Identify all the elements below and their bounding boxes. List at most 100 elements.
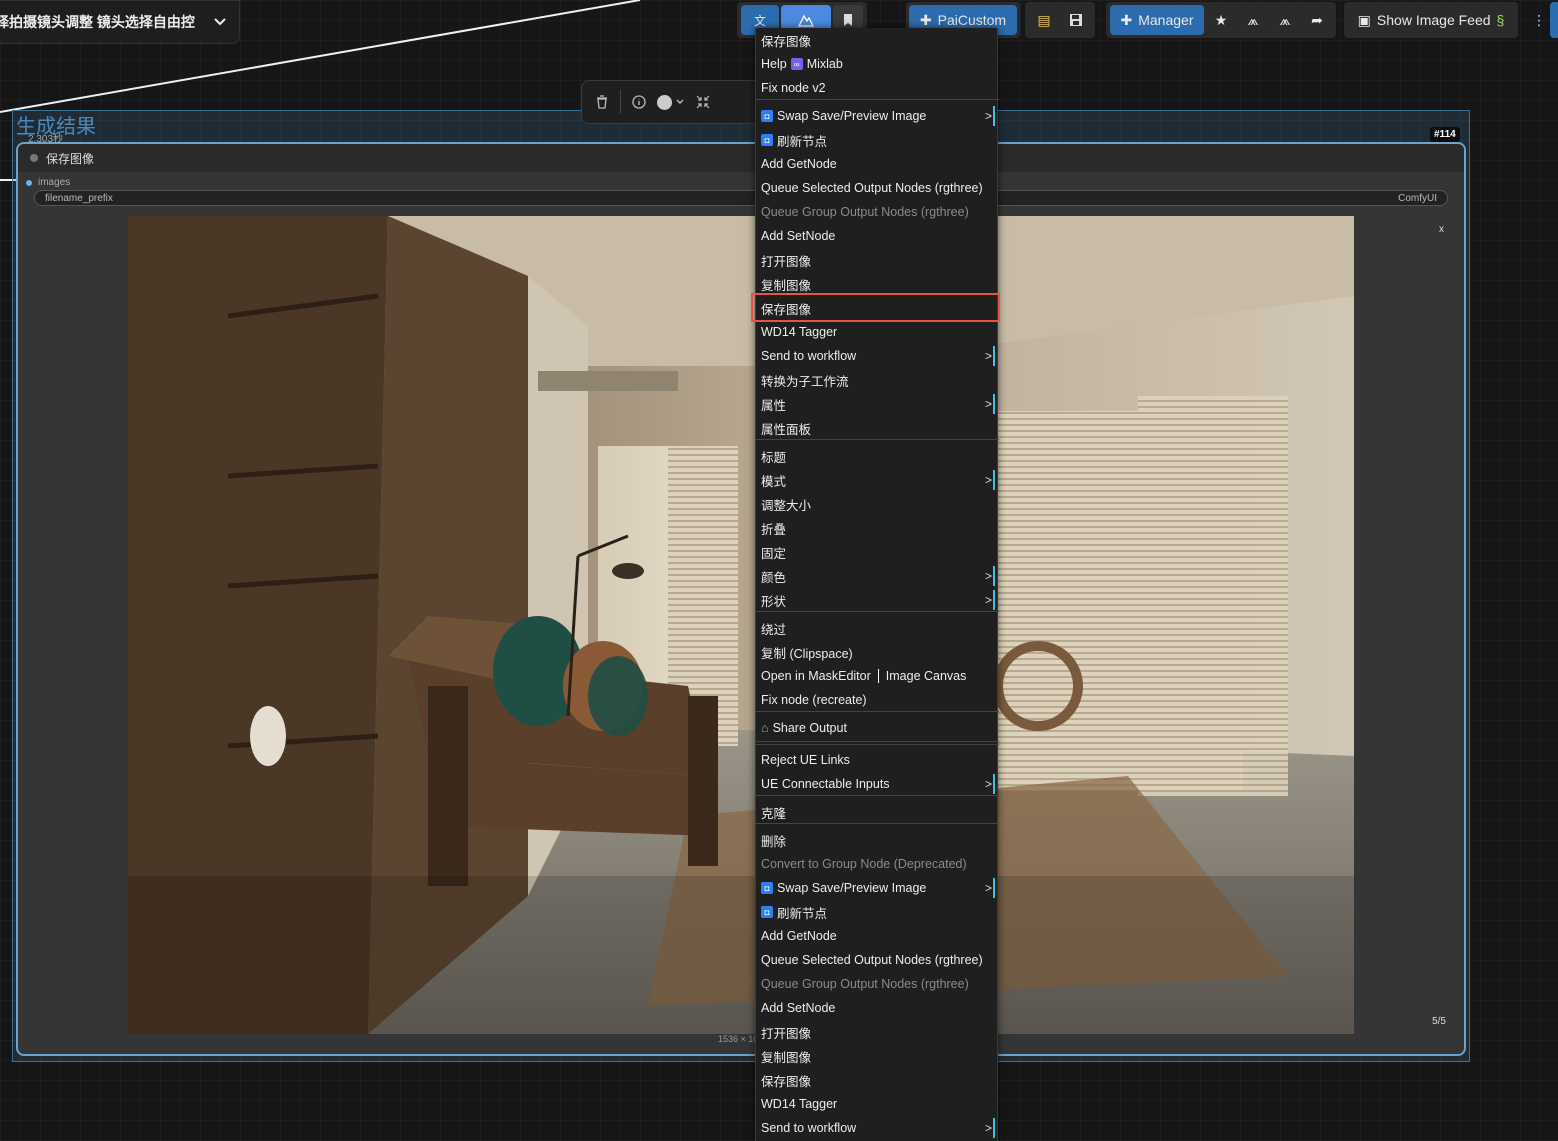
share-button[interactable]: ➦ [1302, 5, 1332, 35]
submenu-arrow-icon: > [985, 590, 995, 610]
menu-item-label: 刷新节点 [777, 134, 828, 149]
menu-item[interactable]: 保存图像 [756, 1068, 999, 1092]
paicustom-label: PaiCustom [937, 12, 1007, 28]
input-slot-icon [26, 179, 32, 186]
save-button[interactable] [1061, 5, 1091, 35]
menu-item[interactable]: ◘ Swap Save/Preview Image > [756, 104, 999, 128]
menu-item-label: Swap Save/Preview Image [777, 881, 927, 895]
menu-item[interactable]: Queue Selected Output Nodes (rgthree) [756, 948, 999, 972]
node-input-images[interactable]: images [26, 177, 70, 188]
menu-item[interactable]: Fix node v2 [756, 76, 999, 100]
menu-item[interactable]: ◘ 刷新节点 [756, 900, 999, 924]
menu-item[interactable]: ⌂ Share Output [756, 716, 999, 740]
menu-item-label: 形状 [761, 594, 787, 609]
more-vert-icon[interactable]: ⋮ [1532, 12, 1546, 29]
menu-item-label: 属性面板 [761, 422, 812, 437]
collapse-dot-icon[interactable] [30, 154, 38, 162]
menu-item-label: Add SetNode [761, 1001, 836, 1015]
menu-item[interactable]: ◘ 刷新节点 [756, 128, 999, 152]
menu-item[interactable]: 颜色 > [756, 564, 999, 588]
menu-item[interactable]: WD14 Tagger [756, 320, 999, 344]
menu-item[interactable]: 模式 > [756, 468, 999, 492]
show-image-feed-button[interactable]: ▣ Show Image Feed § [1348, 5, 1514, 35]
chevron-down-icon [676, 99, 684, 104]
menu-item[interactable]: Add GetNode [756, 152, 999, 176]
color-picker[interactable] [657, 94, 685, 110]
menu-item[interactable]: 标题 [756, 444, 999, 468]
menu-item[interactable]: Queue Selected Output Nodes (rgthree) [756, 176, 999, 200]
collapse-icon[interactable] [695, 94, 711, 110]
menu-item[interactable]: 克隆 [756, 800, 999, 824]
menu-item-label: Queue Group Output Nodes (rgthree) [761, 205, 969, 219]
menu-item[interactable]: Queue Group Output Nodes (rgthree) [756, 972, 999, 996]
menu-item[interactable]: Open in MaskEditor Image Canvas [756, 664, 999, 688]
menu-item[interactable]: WD14 Tagger [756, 1092, 999, 1116]
menu-item[interactable]: 属性 > [756, 392, 999, 416]
model-button-1[interactable]: ⩕ [1238, 5, 1268, 35]
workflow-dropdown[interactable]: 择拍摄镜头调整 镜头选择自由控 [0, 0, 240, 44]
menu-item-label: 调整大小 [761, 498, 812, 513]
menu-separator [756, 439, 999, 440]
manager-button[interactable]: ✚ Manager [1110, 5, 1204, 35]
menu-item[interactable]: Help ∞ Mixlab [756, 52, 999, 76]
house-icon: ⌂ [761, 721, 769, 735]
stack-button[interactable]: ▤ [1029, 5, 1059, 35]
menu-item[interactable]: 形状 > [756, 588, 999, 612]
menu-item[interactable]: Send to workflow > [756, 344, 999, 368]
menu-item-label: Open in MaskEditor [761, 669, 871, 683]
menu-item[interactable]: Fix node (recreate) [756, 688, 999, 712]
menu-item[interactable]: 打开图像 [756, 1020, 999, 1044]
submenu-arrow-icon: > [985, 566, 995, 586]
menu-item[interactable]: Reject UE Links [756, 748, 999, 772]
menu-item-label: 打开图像 [761, 1026, 812, 1041]
bookmark-icon [844, 14, 852, 26]
info-icon[interactable] [631, 94, 647, 110]
menu-item[interactable]: 调整大小 [756, 492, 999, 516]
filename-prefix-widget[interactable]: filename_prefix ComfyUI [34, 190, 1448, 206]
node-header[interactable]: 保存图像 [18, 144, 1464, 172]
star-button[interactable]: ★ [1206, 5, 1236, 35]
menu-item[interactable]: 折叠 [756, 516, 999, 540]
menu-item-label: Share Output [772, 721, 847, 735]
menu-item[interactable]: Convert to Group Node (Deprecated) [756, 852, 999, 876]
node-tool-icon: ◘ [761, 882, 773, 894]
menu-item[interactable]: Add SetNode [756, 224, 999, 248]
share-arrow-icon: ➦ [1311, 11, 1323, 28]
node-tool-icon: ◘ [761, 906, 773, 918]
menu-item[interactable]: Queue Group Output Nodes (rgthree) [756, 200, 999, 224]
menu-item[interactable]: UE Connectable Inputs > [756, 772, 999, 796]
menu-item-label: 标题 [761, 450, 787, 465]
menu-item[interactable]: 保存图像 [756, 28, 999, 52]
show-image-feed-label: Show Image Feed [1376, 12, 1491, 28]
menu-item[interactable]: 属性面板 [756, 416, 999, 440]
menu-item[interactable]: 打开图像 [756, 248, 999, 272]
menu-item-label: 属性 [761, 398, 787, 413]
menu-item[interactable]: 删除 [756, 828, 999, 852]
submenu-arrow-icon: > [985, 1118, 995, 1138]
menu-item-suffix: Mixlab [806, 57, 843, 71]
image-feed-icon: ▣ [1357, 11, 1371, 28]
menu-item[interactable]: 绕过 [756, 616, 999, 640]
menu-item[interactable]: Send to workflow > [756, 1116, 999, 1140]
menu-item-label: Help [761, 57, 787, 71]
menu-item-label: Fix node v2 [761, 81, 826, 95]
menu-item[interactable]: 复制图像 [756, 1044, 999, 1068]
toolbar-divider [620, 90, 621, 114]
menu-item-label: Swap Save/Preview Image [777, 109, 927, 123]
widget-value: ComfyUI [1398, 192, 1437, 204]
menu-item[interactable]: Add SetNode [756, 996, 999, 1020]
menu-item[interactable]: 转换为子工作流 [756, 368, 999, 392]
menu-item[interactable]: 复制 (Clipspace) [756, 640, 999, 664]
menu-item[interactable]: 固定 [756, 540, 999, 564]
workflow-title: 择拍摄镜头调整 镜头选择自由控 [0, 14, 195, 30]
generated-image[interactable] [128, 216, 1354, 1034]
model-button-2[interactable]: ⩕ [1270, 5, 1300, 35]
menu-separator [756, 744, 999, 745]
edge-blue-button[interactable] [1550, 2, 1558, 38]
menu-item-label: Add GetNode [761, 157, 837, 171]
close-preview-button[interactable]: x [1439, 224, 1444, 235]
menu-separator [756, 795, 999, 796]
menu-item[interactable]: ◘ Swap Save/Preview Image > [756, 876, 999, 900]
trash-icon[interactable] [594, 94, 610, 110]
menu-item[interactable]: Add GetNode [756, 924, 999, 948]
